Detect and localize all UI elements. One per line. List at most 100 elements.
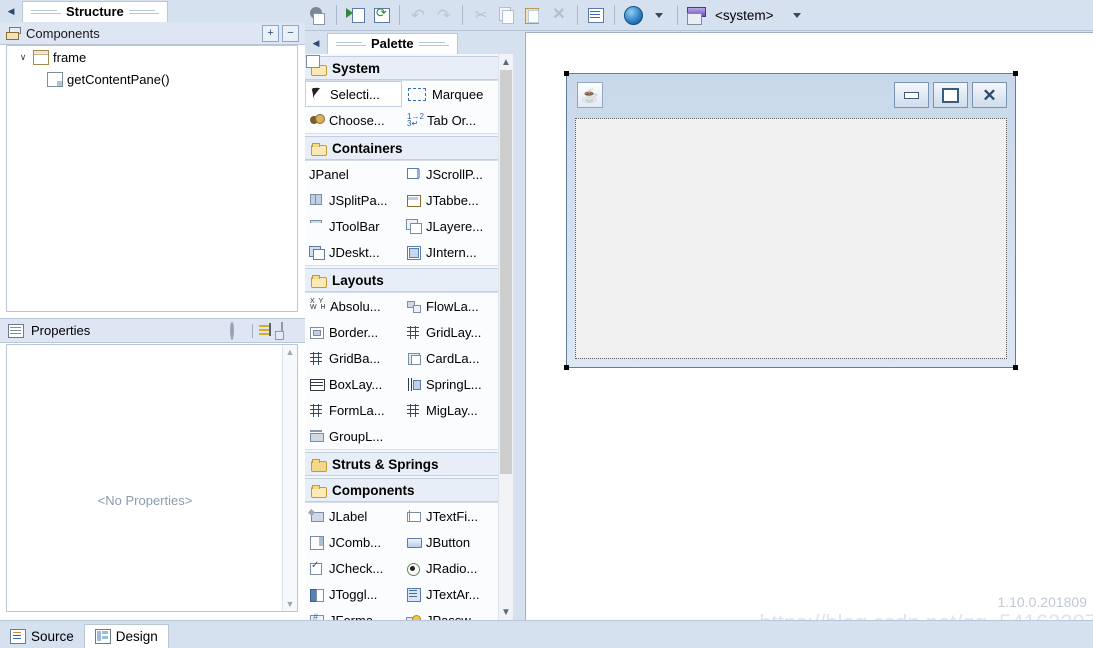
selection-handle-br[interactable] bbox=[1013, 365, 1018, 370]
palette-scroll-up-icon[interactable]: ▲ bbox=[499, 54, 513, 70]
mock-jframe[interactable]: ☕ ✕ bbox=[564, 71, 1018, 370]
close-button[interactable]: ✕ bbox=[972, 82, 1007, 108]
collapse-all-button[interactable]: − bbox=[282, 24, 299, 42]
jscrollpane-icon bbox=[406, 167, 422, 182]
palette-category-struts-springs[interactable]: Struts & Springs bbox=[305, 452, 499, 476]
selection-handle-bl[interactable] bbox=[564, 365, 569, 370]
properties-header: Properties bbox=[0, 318, 305, 343]
palette-item-boxlay[interactable]: BoxLay... bbox=[305, 371, 402, 397]
show-events-icon[interactable] bbox=[281, 322, 297, 339]
palette-category-layouts[interactable]: Layouts bbox=[305, 268, 499, 292]
palette-item-jcheck[interactable]: JCheck... bbox=[305, 555, 402, 581]
palette-item-jtextar[interactable]: JTextAr... bbox=[402, 581, 499, 607]
frame-icon bbox=[33, 49, 49, 65]
redo-button[interactable]: ↶ bbox=[431, 2, 457, 28]
paste-button[interactable] bbox=[520, 2, 546, 28]
palette-category-label: Layouts bbox=[332, 272, 384, 288]
look-and-feel-value[interactable]: <system> bbox=[715, 8, 774, 23]
tab-structure[interactable]: Structure bbox=[22, 0, 168, 22]
palette-item-gridlay[interactable]: GridLay... bbox=[402, 319, 499, 345]
look-and-feel-icon-button[interactable] bbox=[683, 2, 709, 28]
tab-design[interactable]: Design bbox=[83, 624, 169, 648]
globe-button[interactable] bbox=[620, 2, 646, 28]
palette-item-springl[interactable]: SpringL... bbox=[402, 371, 499, 397]
palette-item-grid: X Y W H Absolu... FlowLa... Border... GridLa… bbox=[305, 292, 499, 450]
palette-item-jpanel[interactable]: JPanel bbox=[305, 55, 402, 187]
palette-item-jpassw[interactable]: JPassw... bbox=[402, 607, 499, 620]
components-tree[interactable]: ∨ frame getContentPane() bbox=[6, 45, 298, 312]
properties-button[interactable] bbox=[583, 2, 609, 28]
palette-category-containers[interactable]: Containers bbox=[305, 136, 499, 160]
palette-item-label: JLabel bbox=[329, 508, 368, 524]
palette-item-jtabbe[interactable]: JTabbe... bbox=[402, 187, 499, 213]
palette-item-jdeskt[interactable]: JDeskt... bbox=[305, 239, 402, 265]
tab-source[interactable]: Source bbox=[0, 624, 84, 648]
left-arrow-icon[interactable]: ◀ bbox=[0, 0, 22, 22]
palette-item-cardla[interactable]: CardLa... bbox=[402, 345, 499, 371]
palette-item-marquee[interactable]: Marquee bbox=[402, 81, 499, 107]
expand-all-button[interactable]: + bbox=[262, 24, 279, 42]
palette-item-jsplitpa[interactable]: JSplitPa... bbox=[305, 187, 402, 213]
palette-item-jbutton[interactable]: JButton bbox=[402, 529, 499, 555]
palette-item-flowla[interactable]: FlowLa... bbox=[402, 293, 499, 319]
test-run-button[interactable] bbox=[342, 2, 368, 28]
palette-item-formla[interactable]: FormLa... bbox=[305, 397, 402, 423]
paste-icon bbox=[524, 7, 542, 24]
tree-item-frame[interactable]: ∨ frame bbox=[7, 46, 297, 68]
palette-item-absolu[interactable]: X Y W H Absolu... bbox=[305, 293, 402, 319]
show-advanced-icon[interactable] bbox=[259, 323, 275, 338]
palette-category-system[interactable]: System bbox=[305, 56, 499, 80]
copy-button[interactable] bbox=[494, 2, 520, 28]
scroll-down-icon[interactable]: ▼ bbox=[283, 597, 297, 611]
palette-item-gridba[interactable]: GridBa... bbox=[305, 345, 402, 371]
design-canvas[interactable]: ☕ ✕ 1.10.0.201809 https://blog.csdn.net/… bbox=[525, 32, 1093, 635]
palette-category-components[interactable]: Components bbox=[305, 478, 499, 502]
palette-category-label: Struts & Springs bbox=[332, 456, 439, 472]
palette-item-miglay[interactable]: MigLay... bbox=[402, 397, 499, 423]
properties-scrollbar[interactable]: ▲ ▼ bbox=[282, 345, 297, 611]
mock-content-pane[interactable] bbox=[575, 118, 1007, 359]
palette-panel: ◀ Palette System Selecti... Marquee Choose.… bbox=[305, 0, 513, 620]
palette-item-jscrollp[interactable]: JScrollP... bbox=[402, 161, 499, 187]
scroll-up-icon[interactable]: ▲ bbox=[283, 345, 297, 359]
palette-item-groupl[interactable]: GroupL... bbox=[305, 423, 402, 449]
maximize-button[interactable] bbox=[933, 82, 968, 108]
palette-item-label: JTextFi... bbox=[426, 508, 479, 524]
palette-scrollbar[interactable]: ▲ ▼ bbox=[498, 54, 513, 620]
palette-item-border[interactable]: Border... bbox=[305, 319, 402, 345]
delete-button[interactable]: ✕ bbox=[546, 2, 572, 28]
cut-button[interactable]: ✂ bbox=[468, 2, 494, 28]
palette-item-jtoggl[interactable]: JToggl... bbox=[305, 581, 402, 607]
palette-scroll-thumb[interactable] bbox=[500, 70, 512, 474]
undo-button[interactable]: ↶ bbox=[405, 2, 431, 28]
java-app-icon: ☕ bbox=[577, 82, 603, 108]
palette-item-jforma[interactable]: JForma... bbox=[305, 607, 402, 620]
palette-item-tabor[interactable]: 1→2 3↵ Tab Or... bbox=[402, 107, 499, 133]
tree-item-getcontentpane[interactable]: getContentPane() bbox=[7, 68, 297, 90]
globe-dropdown-button[interactable] bbox=[646, 2, 672, 28]
palette-scroll-down-icon[interactable]: ▼ bbox=[499, 604, 513, 620]
editor-tabs: Source Design bbox=[0, 620, 1093, 648]
palette-item-jcomb[interactable]: JComb... bbox=[305, 529, 402, 555]
minimize-button[interactable] bbox=[894, 82, 929, 108]
jcheckbox-icon bbox=[309, 560, 325, 576]
palette-item-jtoolbar[interactable]: JToolBar bbox=[305, 213, 402, 239]
refresh-source-button[interactable] bbox=[305, 2, 331, 28]
chevron-down-icon[interactable]: ∨ bbox=[17, 52, 29, 63]
restore-defaults-icon[interactable] bbox=[230, 321, 246, 340]
palette-item-jintern[interactable]: JIntern... bbox=[402, 239, 499, 265]
refresh-design-button[interactable] bbox=[368, 2, 394, 28]
look-and-feel-dropdown-button[interactable] bbox=[784, 2, 810, 28]
tab-palette[interactable]: Palette bbox=[327, 32, 458, 54]
palette-collapse-arrow-icon[interactable]: ◀ bbox=[305, 32, 327, 54]
minimize-icon bbox=[904, 91, 919, 99]
palette-item-choose[interactable]: Choose... bbox=[305, 107, 402, 133]
source-icon bbox=[10, 628, 26, 644]
palette-item-selecti[interactable]: Selecti... bbox=[305, 81, 402, 107]
palette-item-jlabel[interactable]: JLabel bbox=[305, 503, 402, 529]
palette-item-jlayere[interactable]: JLayere... bbox=[402, 213, 499, 239]
jtabbedpane-icon bbox=[406, 193, 422, 208]
properties-table[interactable]: <No Properties> ▲ ▼ bbox=[6, 344, 298, 612]
palette-item-jtextfi[interactable]: JTextFi... bbox=[402, 503, 499, 529]
palette-item-jradio[interactable]: JRadio... bbox=[402, 555, 499, 581]
